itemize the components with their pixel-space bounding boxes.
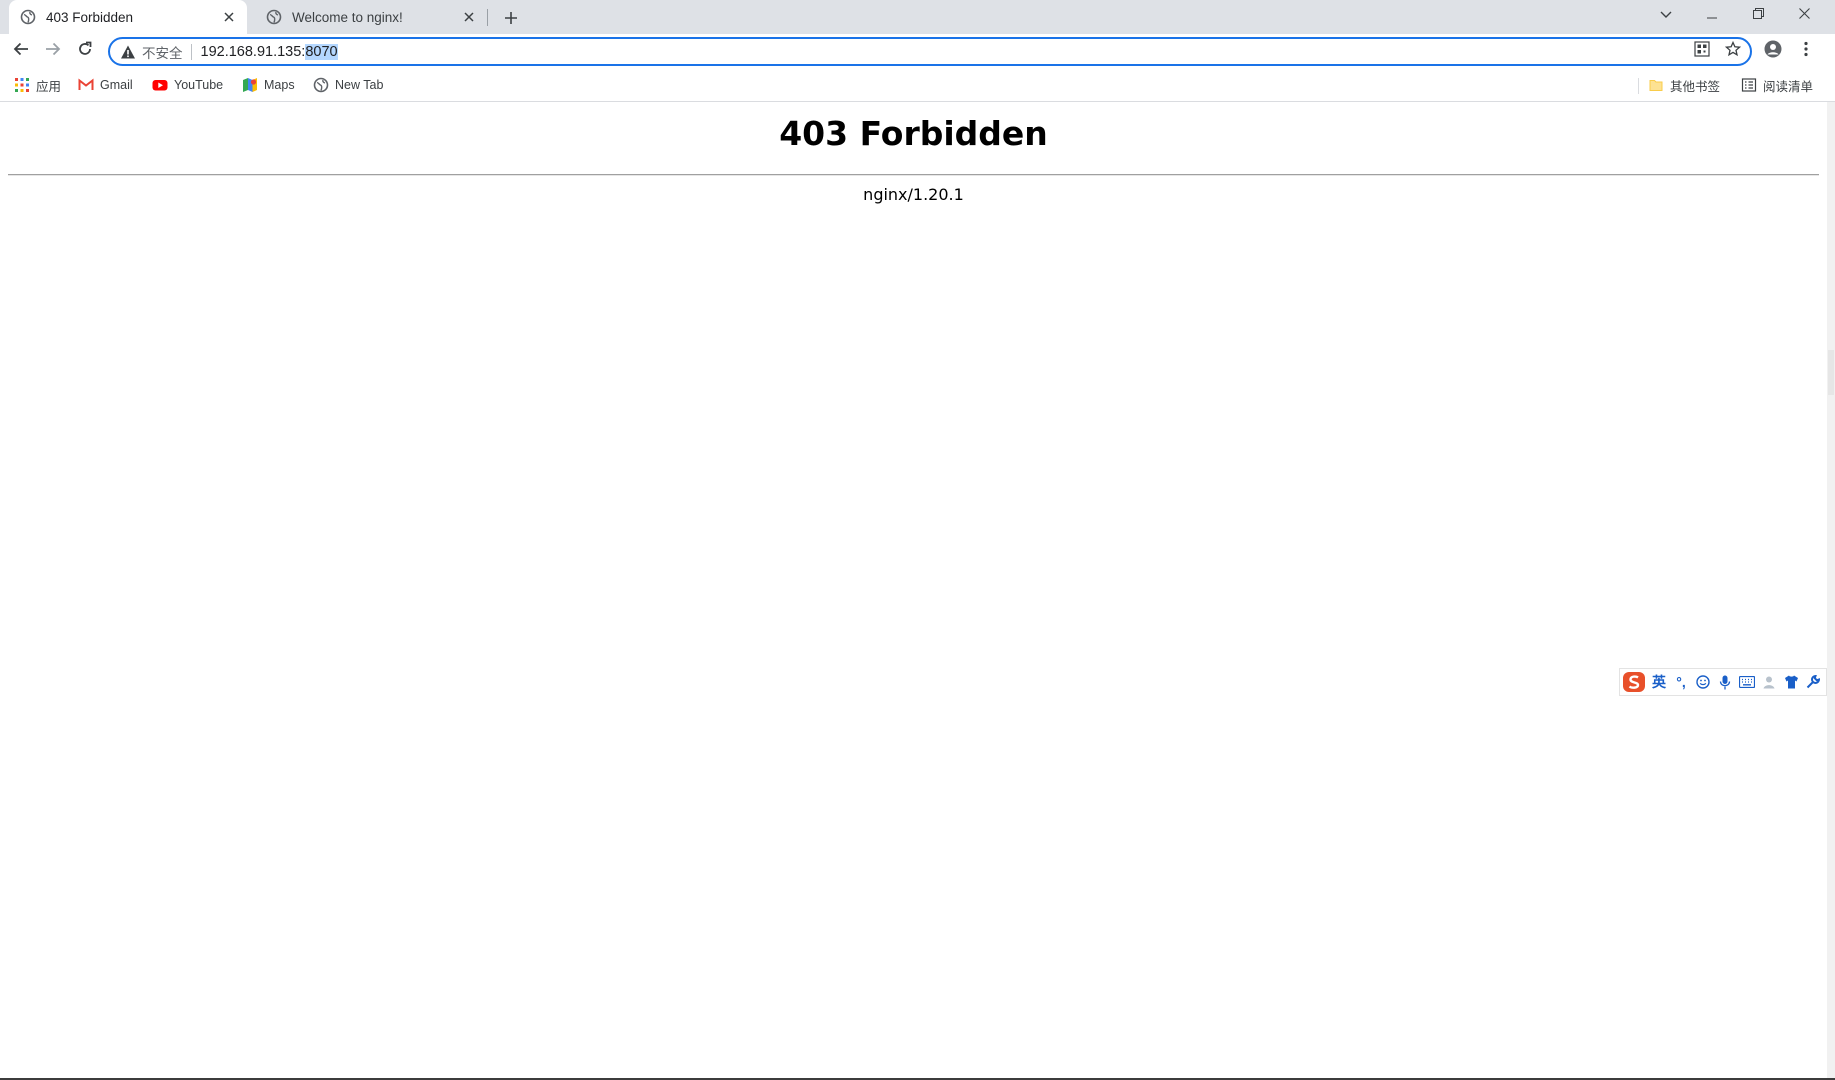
avatar-icon <box>1764 40 1782 63</box>
reload-button[interactable] <box>71 37 99 65</box>
bookmark-label: 应用 <box>36 79 62 94</box>
omnibox-divider <box>190 43 192 60</box>
back-button[interactable] <box>7 37 35 65</box>
scrollbar-thumb[interactable] <box>1828 350 1834 395</box>
minimize-button[interactable] <box>1689 0 1735 30</box>
bookmark-youtube[interactable]: YouTube <box>152 74 223 96</box>
globe-icon <box>20 9 36 25</box>
bookmark-gmail[interactable]: Gmail <box>78 74 133 96</box>
bookmark-label: 其他书签 <box>1670 79 1721 94</box>
chevron-down-icon <box>1660 6 1672 24</box>
close-icon[interactable] <box>459 7 479 27</box>
close-icon[interactable] <box>219 7 239 27</box>
url-selected-port: 8070 <box>305 43 338 60</box>
page-content: 403 Forbidden nginx/1.20.1 <box>0 102 1827 1080</box>
address-bar[interactable]: 不安全 192.168.91.135: 8070 <box>108 37 1752 66</box>
apps-grid-icon <box>14 77 30 93</box>
globe-icon <box>313 77 329 93</box>
close-icon <box>1798 6 1810 24</box>
reading-list-button[interactable]: 阅读清单 <box>1741 74 1813 96</box>
bookmark-label: Gmail <box>100 78 133 92</box>
page-heading: 403 Forbidden <box>779 114 1048 153</box>
bookmarks-divider <box>1638 78 1639 94</box>
skin-shirt-icon[interactable] <box>1780 671 1802 693</box>
kebab-menu-icon <box>1804 41 1808 62</box>
arrow-right-icon <box>45 41 61 62</box>
wrench-icon[interactable] <box>1802 671 1824 693</box>
tab-403-forbidden[interactable]: 403 Forbidden <box>9 0 247 34</box>
bookmark-label: 阅读清单 <box>1763 79 1814 94</box>
new-tab-button[interactable] <box>498 5 524 31</box>
ime-punctuation-toggle[interactable]: °, <box>1670 671 1692 693</box>
tab-strip: 403 Forbidden Welcome to nginx! <box>0 0 1835 34</box>
reading-list-icon <box>1741 77 1757 93</box>
restore-button[interactable] <box>1735 0 1781 30</box>
user-icon[interactable] <box>1758 671 1780 693</box>
tab-title: 403 Forbidden <box>46 9 134 25</box>
star-icon <box>1724 40 1742 62</box>
close-window-button[interactable] <box>1781 0 1827 30</box>
qr-code-icon <box>1694 40 1710 62</box>
vertical-scrollbar[interactable] <box>1827 102 1835 1080</box>
ime-toolbar[interactable]: 英 °, <box>1619 668 1827 696</box>
bookmark-maps[interactable]: Maps <box>242 74 295 96</box>
arrow-left-icon <box>13 41 29 62</box>
bookmark-apps[interactable]: 应用 <box>14 74 61 96</box>
profile-button[interactable] <box>1763 40 1783 63</box>
tab-welcome-nginx[interactable]: Welcome to nginx! <box>255 0 487 34</box>
bookmark-label: Maps <box>264 78 295 92</box>
minimize-icon <box>1707 6 1717 24</box>
server-signature: nginx/1.20.1 <box>863 185 964 204</box>
menu-button[interactable] <box>1796 41 1816 61</box>
globe-icon <box>266 9 282 25</box>
divider-line <box>8 174 1819 176</box>
bookmark-label: YouTube <box>174 78 224 92</box>
security-label: 不安全 <box>142 45 183 61</box>
forward-button[interactable] <box>39 37 67 65</box>
bookmark-label: New Tab <box>335 78 384 92</box>
ime-language-toggle[interactable]: 英 <box>1648 671 1670 693</box>
tab-separator <box>487 9 488 26</box>
gmail-icon <box>78 77 94 93</box>
youtube-icon <box>152 77 168 93</box>
tab-search-button[interactable] <box>1643 0 1689 30</box>
microphone-icon[interactable] <box>1714 671 1736 693</box>
tab-title: Welcome to nginx! <box>292 9 403 25</box>
maps-icon <box>242 77 258 93</box>
warning-icon[interactable] <box>120 44 136 60</box>
emoji-icon[interactable] <box>1692 671 1714 693</box>
url-text[interactable]: 192.168.91.135: 8070 <box>200 43 338 60</box>
browser-toolbar: 不安全 192.168.91.135: 8070 <box>0 34 1835 68</box>
folder-icon <box>1648 77 1664 93</box>
url-host: 192.168.91.135: <box>200 43 306 60</box>
keyboard-icon[interactable] <box>1736 671 1758 693</box>
restore-icon <box>1752 6 1764 24</box>
reload-icon <box>77 41 93 62</box>
bookmarks-bar: 应用 Gmail YouTube Maps New Tab 其他书签 阅读清单 <box>0 68 1835 102</box>
qr-code-button[interactable] <box>1692 40 1712 62</box>
bookmark-star-button[interactable] <box>1723 40 1743 62</box>
bookmark-new-tab[interactable]: New Tab <box>313 74 383 96</box>
sogou-logo-icon[interactable] <box>1620 669 1648 695</box>
bookmark-other[interactable]: 其他书签 <box>1648 74 1720 96</box>
